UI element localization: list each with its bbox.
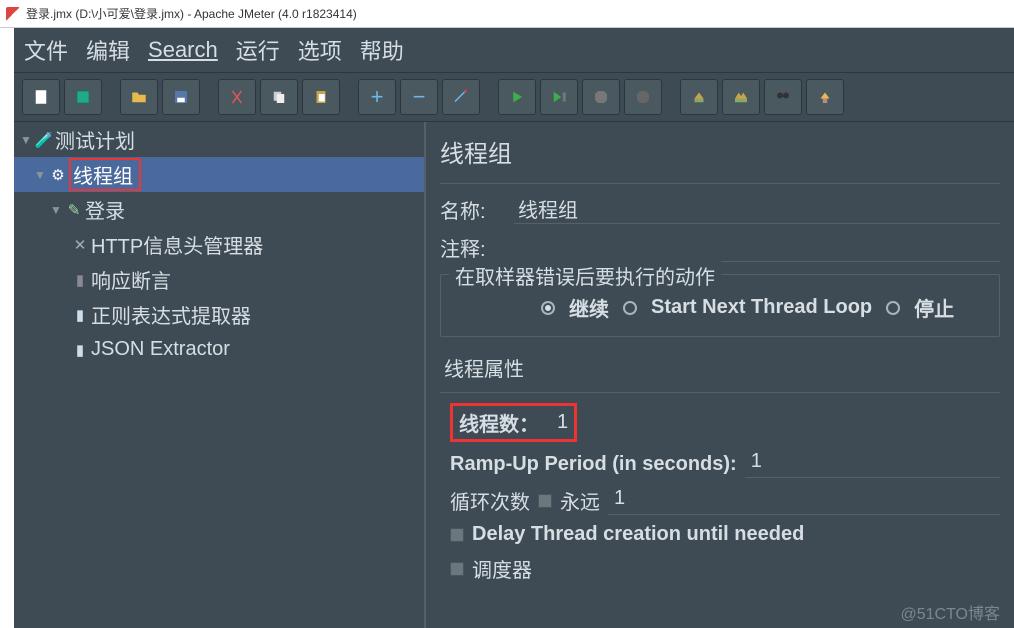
- tree-label: HTTP信息头管理器: [91, 230, 263, 259]
- templates-button[interactable]: [64, 79, 102, 115]
- toggle-button[interactable]: [442, 79, 480, 115]
- tree-thread-group-highlight: 线程组: [69, 158, 141, 191]
- tree-label: 测试计划: [55, 125, 135, 154]
- clear-button[interactable]: [680, 79, 718, 115]
- expand-arrow-icon: ▼: [32, 168, 48, 182]
- scheduler-checkbox[interactable]: [450, 562, 464, 576]
- comment-input[interactable]: [514, 232, 1000, 262]
- tree-json-extractor[interactable]: ▮ JSON Extractor: [14, 332, 424, 367]
- panel-heading: 线程组: [440, 134, 1000, 169]
- menu-help[interactable]: 帮助: [360, 34, 404, 66]
- divider: [440, 392, 1000, 393]
- menu-file[interactable]: 文件: [24, 34, 68, 66]
- threads-row: 线程数： 1: [450, 403, 1000, 442]
- delay-label: Delay Thread creation until needed: [472, 523, 804, 546]
- on-error-fieldset: 在取样器错误后要执行的动作 继续 Start Next Thread Loop …: [440, 274, 1000, 337]
- rampup-input[interactable]: 1: [745, 450, 1000, 478]
- on-error-radios: 继续 Start Next Thread Loop 停止: [451, 293, 989, 322]
- toolbar: + −: [14, 72, 1014, 122]
- radio-next-loop[interactable]: [623, 301, 637, 315]
- scheduler-label: 调度器: [472, 554, 532, 583]
- watermark: @51CTO博客: [900, 600, 1000, 624]
- radio-next-loop-label: Start Next Thread Loop: [651, 296, 872, 319]
- start-no-pause-button[interactable]: [540, 79, 578, 115]
- rampup-label: Ramp-Up Period (in seconds):: [450, 453, 737, 476]
- window-title: 登录.jmx (D:\小可爱\登录.jmx) - Apache JMeter (…: [26, 5, 357, 22]
- expand-button[interactable]: +: [358, 79, 396, 115]
- sampler-icon: ✎: [64, 201, 84, 219]
- comment-row: 注释:: [440, 232, 1000, 262]
- menu-run[interactable]: 运行: [236, 34, 280, 66]
- forever-label: 永远: [560, 486, 600, 515]
- copy-button[interactable]: [260, 79, 298, 115]
- function-helper-button[interactable]: [806, 79, 844, 115]
- radio-stop-label: 停止: [914, 293, 954, 322]
- collapse-button[interactable]: −: [400, 79, 438, 115]
- expand-arrow-icon: ▼: [18, 133, 34, 147]
- scheduler-row: 调度器: [450, 554, 1000, 583]
- name-row: 名称:: [440, 194, 1000, 224]
- window-titlebar: 登录.jmx (D:\小可爱\登录.jmx) - Apache JMeter (…: [0, 0, 1014, 28]
- tree-thread-group[interactable]: ▼ ⚙ 线程组: [14, 157, 424, 192]
- flask-icon: 🧪: [34, 131, 54, 149]
- gear-icon: ⚙: [48, 166, 68, 184]
- editor-panel: 线程组 名称: 注释: 在取样器错误后要执行的动作 继续 Start Next …: [426, 122, 1014, 628]
- name-input[interactable]: [514, 194, 1000, 224]
- forever-checkbox[interactable]: [538, 494, 552, 508]
- tree-login[interactable]: ▼ ✎ 登录: [14, 192, 424, 227]
- jmeter-icon: [6, 7, 20, 21]
- postproc-icon: ▮: [70, 306, 90, 324]
- expand-arrow-icon: ▼: [48, 203, 64, 217]
- shutdown-button[interactable]: [624, 79, 662, 115]
- radio-continue-label: 继续: [569, 293, 609, 322]
- assertion-icon: ▮: [70, 271, 90, 289]
- tree-label: 登录: [85, 195, 125, 224]
- menu-search[interactable]: Search: [148, 37, 218, 63]
- postproc-icon: ▮: [70, 341, 90, 359]
- divider: [440, 183, 1000, 184]
- delay-checkbox[interactable]: [450, 528, 464, 542]
- start-button[interactable]: [498, 79, 536, 115]
- config-icon: ✕: [70, 236, 90, 254]
- loop-input[interactable]: 1: [608, 487, 1000, 515]
- tree-label: JSON Extractor: [91, 338, 230, 361]
- open-button[interactable]: [120, 79, 158, 115]
- delay-row: Delay Thread creation until needed: [450, 523, 1000, 546]
- loop-row: 循环次数 永远 1: [450, 486, 1000, 515]
- tree-response-assert[interactable]: ▮ 响应断言: [14, 262, 424, 297]
- thread-props-title: 线程属性: [444, 353, 1000, 382]
- stop-button[interactable]: [582, 79, 620, 115]
- tree-test-plan[interactable]: ▼ 🧪 测试计划: [14, 122, 424, 157]
- radio-continue[interactable]: [541, 301, 555, 315]
- tree-label: 正则表达式提取器: [91, 300, 251, 329]
- menu-edit[interactable]: 编辑: [86, 34, 130, 66]
- tree-label: 响应断言: [91, 265, 171, 294]
- loop-label: 循环次数: [450, 486, 530, 515]
- tree-label: 线程组: [73, 166, 133, 188]
- menu-options[interactable]: 选项: [298, 34, 342, 66]
- on-error-legend: 在取样器错误后要执行的动作: [449, 261, 721, 290]
- content-area: ▼ 🧪 测试计划 ▼ ⚙ 线程组 ▼ ✎ 登录 ✕ HTTP信息头管理器: [14, 122, 1014, 628]
- app-chrome: 文件 编辑 Search 运行 选项 帮助 + − ▼: [14, 28, 1014, 628]
- tree-http-header-mgr[interactable]: ✕ HTTP信息头管理器: [14, 227, 424, 262]
- cut-button[interactable]: [218, 79, 256, 115]
- menubar: 文件 编辑 Search 运行 选项 帮助: [14, 28, 1014, 72]
- threads-label: 线程数：: [459, 408, 539, 437]
- paste-button[interactable]: [302, 79, 340, 115]
- radio-stop[interactable]: [886, 301, 900, 315]
- comment-label: 注释:: [440, 233, 514, 262]
- rampup-row: Ramp-Up Period (in seconds): 1: [450, 450, 1000, 478]
- save-button[interactable]: [162, 79, 200, 115]
- threads-value[interactable]: 1: [557, 411, 568, 434]
- new-button[interactable]: [22, 79, 60, 115]
- name-label: 名称:: [440, 195, 514, 224]
- tree-panel: ▼ 🧪 测试计划 ▼ ⚙ 线程组 ▼ ✎ 登录 ✕ HTTP信息头管理器: [14, 122, 426, 628]
- search-tree-button[interactable]: [764, 79, 802, 115]
- threads-highlight: 线程数： 1: [450, 403, 577, 442]
- clear-all-button[interactable]: [722, 79, 760, 115]
- tree-regex-extractor[interactable]: ▮ 正则表达式提取器: [14, 297, 424, 332]
